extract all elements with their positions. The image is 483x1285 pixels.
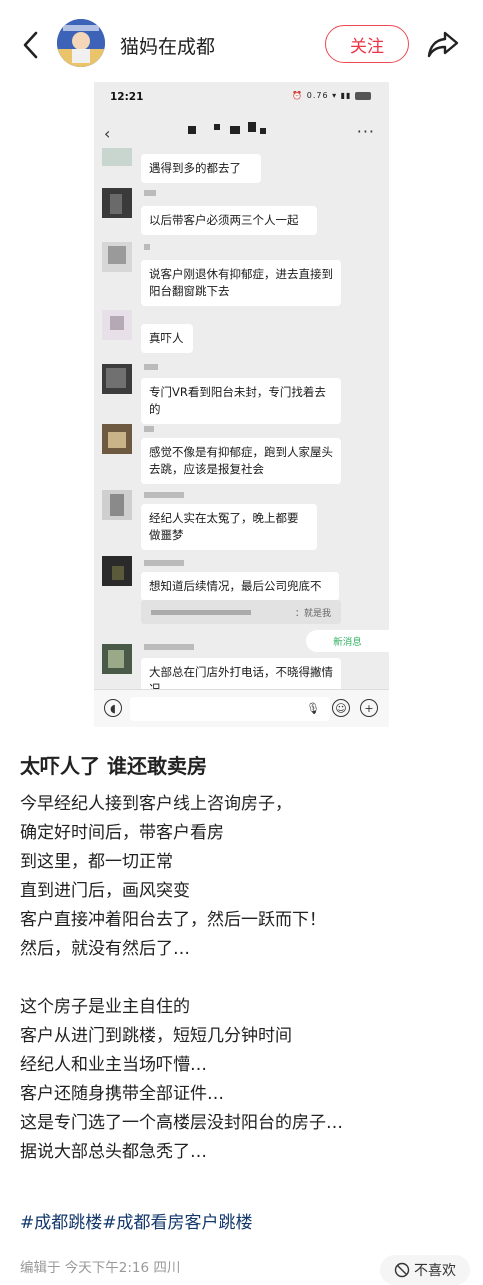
phone-status-bar: 12:21 ⏰ 0.76 ▾ ▮▮ bbox=[94, 82, 389, 112]
status-icons: ⏰ 0.76 ▾ ▮▮ bbox=[292, 91, 371, 100]
blurred-sender-name bbox=[144, 364, 158, 370]
chat-nav-bar: ‹ ··· bbox=[94, 112, 389, 154]
hashtag-link[interactable]: #成都看房客户跳楼 bbox=[102, 1213, 252, 1233]
post-meta: 编辑于 今天下午2:16 四川 bbox=[20, 1260, 181, 1276]
new-messages-label: 新消息 bbox=[333, 637, 362, 648]
battery-icon bbox=[355, 91, 371, 100]
quoted-message-text: ：就是我 bbox=[294, 609, 331, 619]
blurred-chat-title-5 bbox=[260, 128, 266, 134]
post-line: 这个房子是业主自住的 bbox=[20, 997, 190, 1017]
post-line: 这是专门选了一个高楼层没封阳台的房子… bbox=[20, 1113, 343, 1133]
chat-back-icon: ‹ bbox=[104, 124, 111, 143]
post-line: 据说大部总头都急秃了… bbox=[20, 1142, 207, 1162]
blurred-avatar bbox=[102, 556, 132, 586]
plus-icon: + bbox=[360, 699, 378, 717]
blurred-avatar bbox=[102, 242, 132, 272]
emoji-icon: ☺ bbox=[332, 699, 350, 717]
follow-button[interactable]: 关注 bbox=[325, 25, 409, 63]
post-title: 太吓人了 谁还敢卖房 bbox=[20, 754, 207, 778]
author-avatar[interactable] bbox=[57, 19, 105, 67]
post-line bbox=[20, 964, 470, 993]
hashtag-link[interactable]: #成都跳楼 bbox=[20, 1213, 102, 1233]
post-line: 直到进门后，画风突变 bbox=[20, 881, 190, 901]
post-line: 客户从进门到跳楼，短短几分钟时间 bbox=[20, 1026, 292, 1046]
post-body: 今早经纪人接到客户线上咨询房子， 确定好时间后，带客户看房 到这里，都一切正常 … bbox=[20, 790, 470, 1167]
dislike-icon bbox=[394, 1262, 410, 1278]
chat-bubble: 专门VR看到阳台未封，专门找着去的 bbox=[141, 378, 341, 424]
new-messages-button[interactable]: 新消息 bbox=[306, 630, 389, 652]
post-line: 到这里，都一切正常 bbox=[20, 852, 173, 872]
blurred-avatar bbox=[102, 310, 132, 340]
post-line: 今早经纪人接到客户线上咨询房子， bbox=[20, 794, 292, 814]
blurred-chat-title-2 bbox=[214, 124, 220, 130]
chat-bubble: 以后带客户必须两三个人一起 bbox=[141, 206, 317, 235]
blurred-sender-name bbox=[144, 426, 154, 432]
chat-bubble: 大部总在门店外打电话，不晓得撇情况 bbox=[141, 658, 341, 692]
blurred-sender-name bbox=[144, 560, 184, 566]
blurred-sender-name bbox=[144, 644, 194, 650]
top-bar: 猫妈在成都 关注 bbox=[0, 0, 483, 88]
blurred-chat-title-4 bbox=[248, 122, 256, 132]
chat-bubble: 真吓人 bbox=[141, 324, 193, 353]
dislike-label: 不喜欢 bbox=[414, 1263, 456, 1279]
post-line: 经纪人和业主当场吓懵… bbox=[20, 1055, 207, 1075]
blurred-avatar bbox=[102, 644, 132, 674]
post-line: 然后，就没有然后了… bbox=[20, 939, 190, 959]
blurred-sender-name bbox=[144, 190, 156, 196]
author-name[interactable]: 猫妈在成都 bbox=[120, 32, 215, 59]
blurred-chat-title-3 bbox=[230, 126, 240, 134]
voice-icon: ◖ bbox=[104, 699, 122, 717]
blurred-avatar bbox=[102, 148, 132, 166]
dislike-button[interactable]: 不喜欢 bbox=[380, 1255, 470, 1285]
chevron-left-icon[interactable] bbox=[16, 28, 46, 62]
chat-input bbox=[130, 697, 330, 721]
post-line: 客户直接冲着阳台去了，然后一跃而下！ bbox=[20, 910, 326, 930]
blurred-chat-title bbox=[188, 126, 196, 134]
blurred-avatar bbox=[102, 424, 132, 454]
chat-bubble: 说客户刚退休有抑郁症，进去直接到阳台翻窗跳下去 bbox=[141, 260, 341, 306]
chat-bubble: 遇得到多的都去了 bbox=[141, 154, 261, 183]
blurred-sender-name bbox=[144, 244, 150, 250]
chat-screenshot-image: 12:21 ⏰ 0.76 ▾ ▮▮ ‹ ··· 遇得到多的都去了 以后带客户必须… bbox=[94, 82, 389, 727]
blurred-avatar bbox=[102, 490, 132, 520]
blurred-sender-name bbox=[144, 492, 184, 498]
quoted-message: ：就是我 bbox=[141, 600, 341, 624]
chat-bubble: 感觉不像是有抑郁症，跑到人家屋头去跳，应该是报复社会 bbox=[141, 438, 341, 484]
chat-bubble: 想知道后续情况，最后公司兜底不 bbox=[141, 572, 339, 601]
hashtag-list: #成都跳楼#成都看房客户跳楼 bbox=[20, 1208, 253, 1233]
blurred-avatar bbox=[102, 364, 132, 394]
blurred-avatar bbox=[102, 188, 132, 218]
post-line: 确定好时间后，带客户看房 bbox=[20, 823, 224, 843]
chat-composer: ◖ 🎙 ☺ + bbox=[94, 689, 389, 727]
status-speed: 0.76 bbox=[306, 91, 329, 100]
microphone-icon: 🎙 bbox=[306, 701, 320, 715]
post-line: 客户还随身携带全部证件… bbox=[20, 1084, 224, 1104]
status-time: 12:21 bbox=[110, 91, 144, 103]
chat-bubble: 经纪人实在太冤了，晚上都要做噩梦 bbox=[141, 504, 317, 550]
share-icon[interactable] bbox=[426, 27, 460, 61]
chat-more-icon: ··· bbox=[356, 122, 375, 141]
